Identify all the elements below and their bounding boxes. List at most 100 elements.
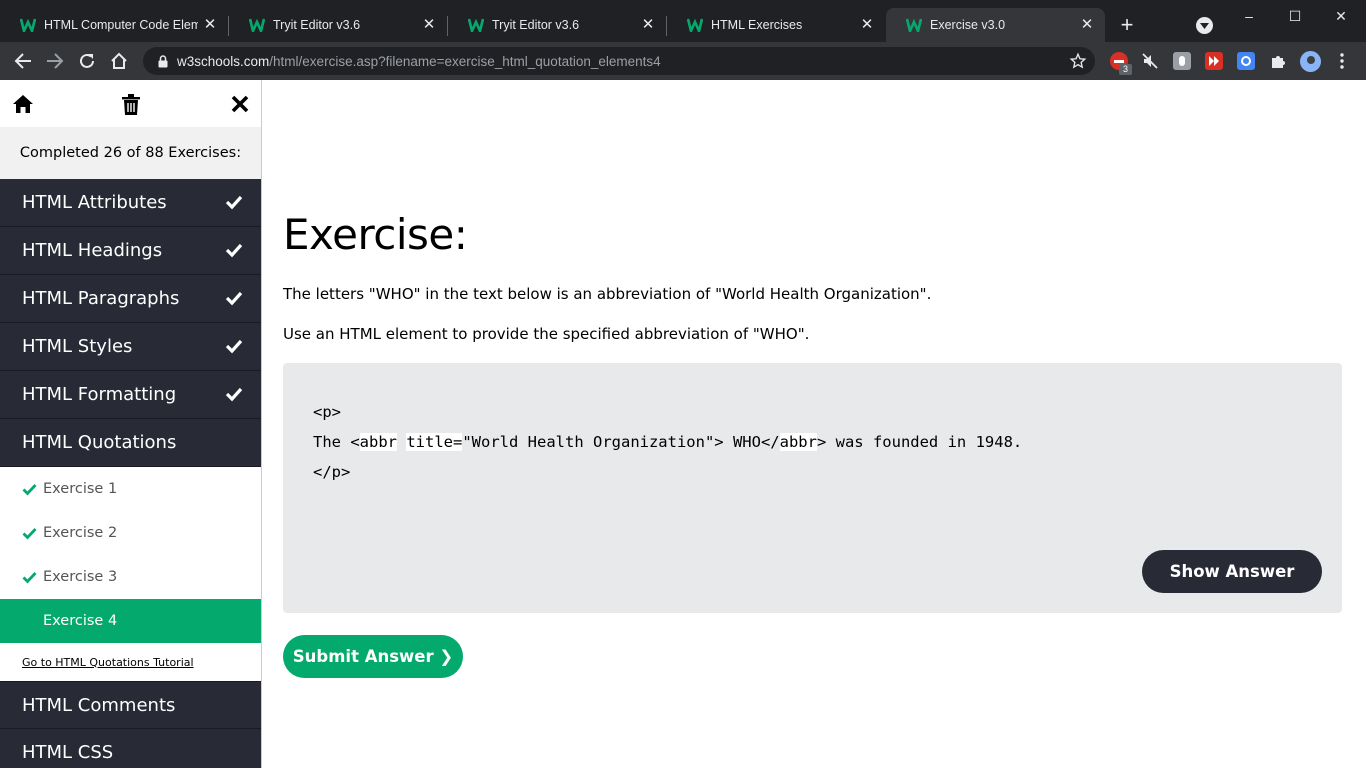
tab-title: Exercise v3.0 [930,18,1006,32]
forward-button[interactable] [43,49,67,73]
exercise-link-2[interactable]: Exercise 2 [0,511,261,555]
sidebar-item-label: HTML CSS [22,742,114,763]
checkmark-icon [225,195,243,210]
reload-icon [80,53,94,68]
sidebar-item-label: HTML Attributes [22,192,167,213]
url-text: w3schools.com/html/exercise.asp?filename… [177,54,661,69]
tab-title: HTML Exercises [711,18,803,32]
sidebar-item-comments[interactable]: HTML Comments [0,681,261,729]
page-content: Completed 26 of 88 Exercises: HTML Attri… [0,80,1366,768]
browser-tab-active[interactable]: Exercise v3.0 ✕ [886,8,1105,42]
checkmark-icon [22,571,37,584]
arrow-right-icon [47,53,64,69]
sidebar-item-attributes[interactable]: HTML Attributes [0,179,261,227]
completed-count: Completed 26 of 88 Exercises: [0,127,261,179]
browser-tab[interactable]: Tryit Editor v3.6 ✕ [229,8,447,42]
instruction-text-1: The letters "WHO" in the text below is a… [283,285,932,303]
code-line-3: </p> [313,463,351,481]
browser-tab[interactable]: HTML Exercises ✕ [667,8,885,42]
home-icon[interactable] [11,92,35,116]
maximize-button[interactable]: ☐ [1272,4,1318,28]
w3schools-favicon-icon [20,17,36,33]
address-bar[interactable]: w3schools.com/html/exercise.asp?filename… [143,47,1095,75]
url-path: /html/exercise.asp?filename=exercise_htm… [269,53,661,69]
checkmark-icon [225,291,243,306]
exercise-label: Exercise 2 [43,525,118,541]
tab-title: HTML Computer Code Eleme [44,18,198,32]
tab-title: Tryit Editor v3.6 [492,18,580,32]
show-answer-button[interactable]: Show Answer [1142,550,1322,593]
menu-kebab-icon[interactable] [1333,52,1351,70]
checkmark-icon [225,387,243,402]
media-extension-icon[interactable] [1205,52,1223,70]
sidebar-item-label: HTML Formatting [22,384,177,405]
code-line-2: The <abbr title="World Health Organizati… [313,433,1022,451]
page-title: Exercise: [283,210,468,259]
close-icon[interactable] [228,92,252,116]
checkmark-icon [225,243,243,258]
translate-extension-icon[interactable] [1237,52,1255,70]
sidebar-toolbar [0,80,261,127]
exercise-link-3[interactable]: Exercise 3 [0,555,261,599]
instruction-text-2: Use an HTML element to provide the speci… [283,325,810,343]
sidebar-item-label: HTML Quotations [22,432,177,453]
close-tab-icon[interactable]: ✕ [202,17,218,33]
arrow-left-icon [14,53,31,69]
sidebar-item-styles[interactable]: HTML Styles [0,323,261,371]
code-exercise-box: <p> The <abbr title="World Health Organi… [283,363,1342,613]
extension-badge: 3 [1119,64,1132,75]
tab-search-button[interactable] [1196,17,1213,34]
tab-title: Tryit Editor v3.6 [273,18,361,32]
exercise-label: Exercise 3 [43,569,118,585]
tutorial-link[interactable]: Go to HTML Quotations Tutorial [0,643,261,681]
sidebar-item-css[interactable]: HTML CSS [0,729,261,768]
puzzle-extensions-icon[interactable] [1269,52,1287,70]
checkmark-icon [22,483,37,496]
close-tab-icon[interactable]: ✕ [421,17,437,33]
minimize-button[interactable]: – [1226,4,1272,28]
exercise-sidebar: Completed 26 of 88 Exercises: HTML Attri… [0,80,262,768]
code-text: > was founded in 1948. [816,433,1023,451]
close-tab-icon[interactable]: ✕ [859,17,875,33]
exercise-link-1[interactable]: Exercise 1 [0,467,261,511]
bookmark-star-icon[interactable] [1069,52,1087,70]
sidebar-item-label: HTML Paragraphs [22,288,180,309]
submit-answer-button[interactable]: Submit Answer ❯ [283,635,463,678]
code-block: <p> The <abbr title="World Health Organi… [313,397,1022,487]
w3schools-favicon-icon [249,17,265,33]
browser-toolbar: w3schools.com/html/exercise.asp?filename… [0,42,1366,80]
sidebar-item-headings[interactable]: HTML Headings [0,227,261,275]
sidebar-item-paragraphs[interactable]: HTML Paragraphs [0,275,261,323]
exercise-link-4-current[interactable]: Exercise 4 [0,599,261,643]
exercise-main: Exercise: The letters "WHO" in the text … [283,80,1343,768]
sidebar-item-quotations[interactable]: HTML Quotations [0,419,261,467]
lock-icon [149,54,177,68]
trash-icon[interactable] [119,92,143,116]
w3schools-favicon-icon [468,17,484,33]
mute-extension-icon[interactable] [1141,52,1159,70]
code-text: The < [313,433,360,451]
reload-button[interactable] [75,49,99,73]
touch-extension-icon[interactable] [1173,52,1191,70]
home-button[interactable] [107,49,131,73]
sidebar-item-formatting[interactable]: HTML Formatting [0,371,261,419]
close-window-button[interactable]: ✕ [1318,4,1364,28]
close-tab-icon[interactable]: ✕ [640,17,656,33]
answer-input-1[interactable]: abbr [359,433,397,451]
back-button[interactable] [11,49,35,73]
browser-tab[interactable]: Tryit Editor v3.6 ✕ [448,8,666,42]
checkmark-icon [22,527,37,540]
browser-tab[interactable]: HTML Computer Code Eleme ✕ [0,8,228,42]
close-tab-icon[interactable]: ✕ [1079,17,1095,33]
profile-avatar[interactable] [1300,51,1321,72]
w3schools-favicon-icon [687,17,703,33]
answer-input-3[interactable]: abbr [779,433,817,451]
url-host: w3schools.com [177,53,270,69]
exercise-label: Exercise 4 [43,613,118,629]
sidebar-item-label: HTML Comments [22,694,176,716]
new-tab-button[interactable]: + [1116,14,1138,36]
chevron-down-icon [1200,22,1209,29]
exercise-label: Exercise 1 [43,481,118,497]
answer-input-2[interactable]: title= [406,433,463,451]
